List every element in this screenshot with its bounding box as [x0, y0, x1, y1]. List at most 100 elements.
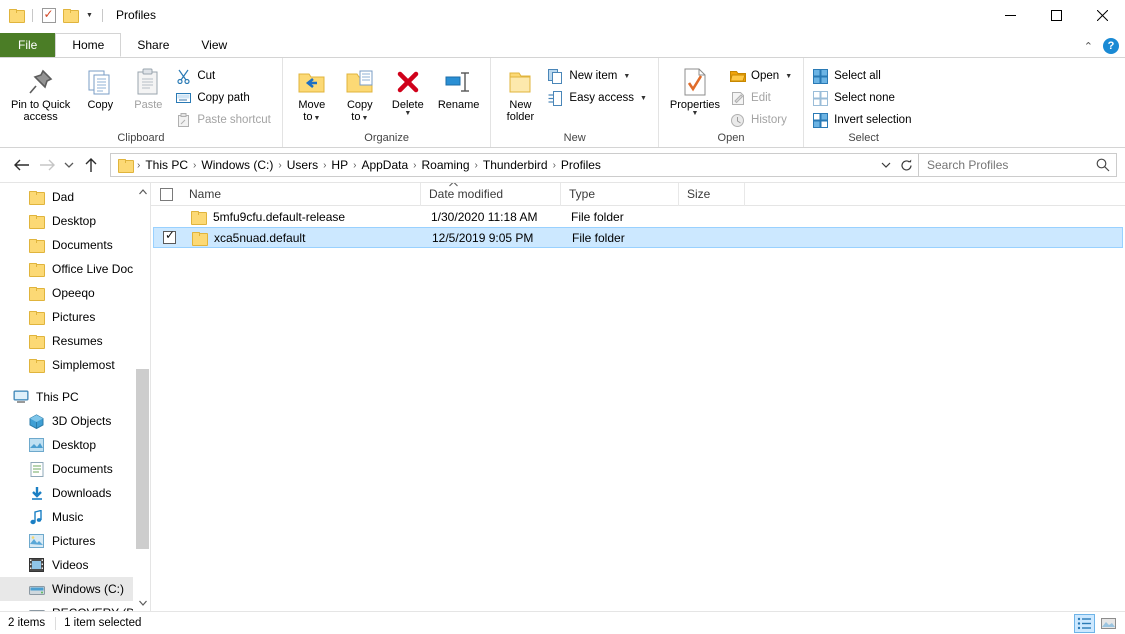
- table-row[interactable]: xca5nuad.default 12/5/2019 9:05 PM File …: [153, 227, 1123, 248]
- group-label-new: New: [563, 132, 586, 144]
- group-label-open: Open: [717, 132, 745, 144]
- recent-locations-button[interactable]: [60, 152, 78, 178]
- copy-to-button[interactable]: Copy to▼: [336, 63, 384, 127]
- move-to-button[interactable]: Move to▼: [288, 63, 336, 127]
- tab-share[interactable]: Share: [121, 33, 185, 57]
- button-label: Select all: [834, 70, 881, 82]
- nav-item-3d-objects[interactable]: 3D Objects: [0, 409, 150, 433]
- details-view-button[interactable]: [1074, 613, 1095, 633]
- nav-item-downloads[interactable]: Downloads: [0, 481, 150, 505]
- nav-item-documents[interactable]: Documents: [0, 457, 150, 481]
- delete-button[interactable]: Delete ▼: [384, 63, 432, 119]
- column-header-name[interactable]: Name: [181, 183, 421, 206]
- edit-button[interactable]: Edit: [726, 87, 798, 109]
- nav-item-desktop-quick[interactable]: Desktop: [0, 209, 150, 233]
- cell-date-modified: 12/5/2019 9:05 PM: [432, 230, 534, 245]
- nav-item-windows-c[interactable]: Windows (C:): [0, 577, 150, 601]
- history-button[interactable]: History: [726, 109, 798, 131]
- chevron-down-icon[interactable]: ▼: [692, 110, 699, 117]
- chevron-down-icon[interactable]: ▼: [84, 12, 95, 19]
- paste-button[interactable]: Paste: [124, 63, 172, 113]
- open-small-buttons: Open ▼ Edit History: [726, 63, 798, 131]
- nav-item-simplemost[interactable]: Simplemost: [0, 353, 150, 377]
- system-menu-folder-icon[interactable]: [8, 7, 25, 24]
- nav-item-desktop[interactable]: Desktop: [0, 433, 150, 457]
- nav-item-pictures[interactable]: Pictures: [0, 529, 150, 553]
- select-none-button[interactable]: Select none: [809, 87, 917, 109]
- tab-home[interactable]: Home: [55, 33, 122, 57]
- chevron-down-icon[interactable]: ▼: [623, 73, 630, 80]
- chevron-down-icon[interactable]: ▼: [404, 110, 411, 117]
- rename-button[interactable]: Rename: [432, 63, 486, 113]
- scroll-up-arrow-icon[interactable]: [134, 183, 150, 200]
- column-header-date-modified[interactable]: Date modified: [421, 183, 561, 206]
- nav-item-resumes[interactable]: Resumes: [0, 329, 150, 353]
- chevron-down-icon[interactable]: ▼: [640, 95, 647, 102]
- group-label-clipboard: Clipboard: [117, 132, 165, 144]
- up-button[interactable]: [78, 152, 104, 178]
- tab-view[interactable]: View: [185, 33, 243, 57]
- properties-button[interactable]: Properties ▼: [664, 63, 726, 119]
- address-breadcrumb-box[interactable]: › This PC › Windows (C:) › Users › HP › …: [110, 153, 919, 177]
- breadcrumb-item-hp[interactable]: HP: [327, 157, 352, 173]
- nav-item-pictures-quick[interactable]: Pictures: [0, 305, 150, 329]
- nav-item-music[interactable]: Music: [0, 505, 150, 529]
- nav-item-this-pc[interactable]: This PC: [0, 385, 150, 409]
- chevron-up-icon[interactable]: ⌃: [1084, 40, 1093, 53]
- refresh-button[interactable]: [896, 154, 916, 176]
- new-folder-button[interactable]: New folder: [496, 63, 544, 125]
- select-all-button[interactable]: Select all: [809, 65, 917, 87]
- invert-selection-button[interactable]: Invert selection: [809, 109, 917, 131]
- breadcrumb-item-profiles[interactable]: Profiles: [557, 157, 605, 173]
- nav-item-videos[interactable]: Videos: [0, 553, 150, 577]
- navigation-scrollbar[interactable]: [133, 183, 150, 611]
- pin-to-quick-access-button[interactable]: Pin to Quick access: [5, 63, 76, 125]
- open-button[interactable]: Open ▼: [726, 65, 798, 87]
- help-icon[interactable]: ?: [1103, 38, 1119, 54]
- ribbon: Pin to Quick access Copy Paste Cut Copy …: [0, 57, 1125, 148]
- cell-name[interactable]: 5mfu9cfu.default-release: [183, 206, 423, 227]
- new-folder-icon[interactable]: [62, 7, 79, 24]
- paste-shortcut-button[interactable]: Paste shortcut: [172, 109, 277, 131]
- cut-button[interactable]: Cut: [172, 65, 277, 87]
- new-item-button[interactable]: New item ▼: [544, 65, 653, 87]
- easy-access-button[interactable]: Easy access ▼: [544, 87, 653, 109]
- search-box[interactable]: [919, 153, 1117, 177]
- search-input[interactable]: [927, 158, 1087, 172]
- checkbox[interactable]: [163, 228, 176, 244]
- nav-item-recovery-d[interactable]: RECOVERY (D:): [0, 601, 150, 611]
- chevron-down-icon[interactable]: ▼: [785, 73, 792, 80]
- back-button[interactable]: [8, 152, 34, 178]
- breadcrumb-item-users[interactable]: Users: [283, 157, 322, 173]
- forward-button[interactable]: [34, 152, 60, 178]
- address-dropdown-button[interactable]: [876, 154, 896, 176]
- breadcrumb-item-windows-c[interactable]: Windows (C:): [197, 157, 277, 173]
- row-checkbox-cell[interactable]: [154, 228, 184, 247]
- checkbox[interactable]: [162, 210, 175, 223]
- tab-file[interactable]: File: [0, 33, 56, 57]
- row-checkbox-cell[interactable]: [153, 206, 183, 227]
- checkbox[interactable]: [160, 187, 173, 201]
- close-button[interactable]: [1079, 0, 1125, 30]
- select-all-checkbox-header[interactable]: [151, 183, 181, 206]
- column-header-type[interactable]: Type: [561, 183, 679, 206]
- breadcrumb-item-this-pc[interactable]: This PC: [141, 157, 192, 173]
- nav-item-office-live-documents[interactable]: Office Live Docu: [0, 257, 150, 281]
- nav-item-documents-quick[interactable]: Documents: [0, 233, 150, 257]
- nav-item-opeeqo[interactable]: Opeeqo: [0, 281, 150, 305]
- breadcrumb-item-roaming[interactable]: Roaming: [417, 157, 473, 173]
- copy-button[interactable]: Copy: [76, 63, 124, 113]
- copy-path-button[interactable]: Copy path: [172, 87, 277, 109]
- breadcrumb-item-thunderbird[interactable]: Thunderbird: [479, 157, 552, 173]
- cell-name[interactable]: xca5nuad.default: [184, 228, 424, 247]
- column-header-size[interactable]: Size: [679, 183, 745, 206]
- minimize-button[interactable]: [987, 0, 1033, 30]
- nav-item-dad[interactable]: Dad: [0, 185, 150, 209]
- scroll-down-arrow-icon[interactable]: [134, 594, 150, 611]
- scrollbar-thumb[interactable]: [136, 369, 149, 549]
- maximize-button[interactable]: [1033, 0, 1079, 30]
- table-row[interactable]: 5mfu9cfu.default-release 1/30/2020 11:18…: [153, 206, 1123, 227]
- large-icons-view-button[interactable]: [1098, 614, 1119, 633]
- breadcrumb-item-appdata[interactable]: AppData: [357, 157, 412, 173]
- properties-icon[interactable]: [40, 7, 57, 24]
